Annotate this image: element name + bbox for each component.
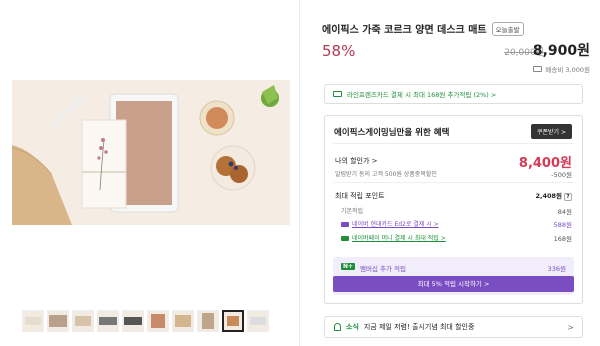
basic-points-value: 84원	[557, 208, 572, 216]
basic-points-label: 기본적립	[341, 208, 364, 215]
product-gallery	[0, 0, 300, 346]
hyundai-card-row[interactable]: 네이버 현대카드 Ed2로 결제 시 >	[341, 219, 439, 228]
product-main-image[interactable]	[12, 80, 290, 225]
help-icon[interactable]: ?	[564, 193, 572, 201]
card-promo-banner[interactable]: 라인프렌즈카드 결제 시 최대 168원 추가적립 (2%) >	[324, 84, 583, 104]
title-row: 에이픽스 가죽 코르크 양면 데스크 매트 오늘출발	[322, 21, 524, 36]
news-text: 지금 제일 저렴! 출시기념 최대 할인중	[363, 323, 475, 331]
thumbnail[interactable]	[22, 310, 44, 332]
divider	[333, 143, 574, 144]
product-info-panel: 에이픽스 가죽 코르크 양면 데스크 매트 오늘출발 58% 20,000원 8…	[316, 0, 592, 346]
delivery-badge: 오늘출발	[491, 21, 524, 36]
thumbnail[interactable]	[97, 310, 119, 332]
truck-icon	[533, 66, 543, 72]
thumbnail[interactable]	[247, 310, 269, 332]
points-value: 2,408원	[535, 192, 562, 200]
thumbnail[interactable]	[197, 310, 219, 332]
bell-icon	[334, 323, 341, 331]
membership-label: 멤버십 추가 적립	[360, 265, 406, 273]
hyundai-card-value: 588원	[553, 221, 572, 229]
thumbnail[interactable]	[147, 310, 169, 332]
my-price-label[interactable]: 나의 할인가 >	[335, 156, 378, 166]
sale-price: 8,900원	[532, 43, 590, 59]
discount-rate: 58%	[322, 42, 356, 60]
points-value-wrap: 2,408원?	[535, 190, 572, 201]
thumbnail[interactable]	[122, 310, 144, 332]
thumbnail[interactable]	[172, 310, 194, 332]
card-icon	[333, 91, 342, 97]
alarm-discount-label: 알림받기 동의 고객 500원 상품중복할인	[335, 171, 437, 178]
news-banner[interactable]: 소식 지금 제일 저렴! 출시기념 최대 할인중 >	[324, 316, 583, 338]
thumbnail-strip	[22, 306, 282, 336]
chevron-right-icon: >	[567, 322, 574, 332]
alarm-discount-value: -500원	[551, 171, 572, 179]
news-tag: 소식	[346, 323, 359, 331]
shipping-info: 배송비 3,000원	[533, 64, 590, 74]
thumbnail[interactable]	[72, 310, 94, 332]
hyundai-card-label[interactable]: 네이버 현대카드 Ed2로 결제 시 >	[352, 221, 439, 228]
thumbnail-selected[interactable]	[222, 310, 244, 332]
naver-plus-icon: N+	[341, 263, 356, 270]
naverpay-row[interactable]: 네이버페이 머니 결제 시 최대 적립 >	[341, 233, 446, 242]
thumbnail[interactable]	[47, 310, 69, 332]
desk-mat-photo	[12, 80, 290, 225]
points-label: 최대 적립 포인트	[335, 192, 385, 200]
shipping-fee: 배송비 3,000원	[545, 66, 590, 74]
divider	[333, 182, 574, 183]
naverpay-value: 168원	[553, 235, 572, 243]
coupon-button[interactable]: 쿠폰받기 >	[530, 124, 572, 139]
benefit-heading: 에이픽스게이밍님만을 위한 혜택	[334, 128, 450, 138]
card-icon	[341, 222, 349, 227]
benefit-box: 에이픽스게이밍님만을 위한 혜택 쿠폰받기 > 나의 할인가 > 8,400원 …	[324, 115, 583, 304]
membership-box: N+ 멤버십 추가 적립 336원 최대 5% 적립 시작하기 >	[333, 257, 574, 295]
membership-start-button[interactable]: 최대 5% 적립 시작하기 >	[333, 276, 574, 292]
card-promo-text: 라인프렌즈카드 결제 시 최대 168원 추가적립 (2%) >	[347, 91, 497, 99]
product-title: 에이픽스 가죽 코르크 양면 데스크 매트	[322, 25, 487, 36]
membership-value: 336원	[547, 265, 566, 273]
naverpay-icon	[341, 236, 349, 241]
naverpay-label[interactable]: 네이버페이 머니 결제 시 최대 적립 >	[352, 235, 446, 242]
